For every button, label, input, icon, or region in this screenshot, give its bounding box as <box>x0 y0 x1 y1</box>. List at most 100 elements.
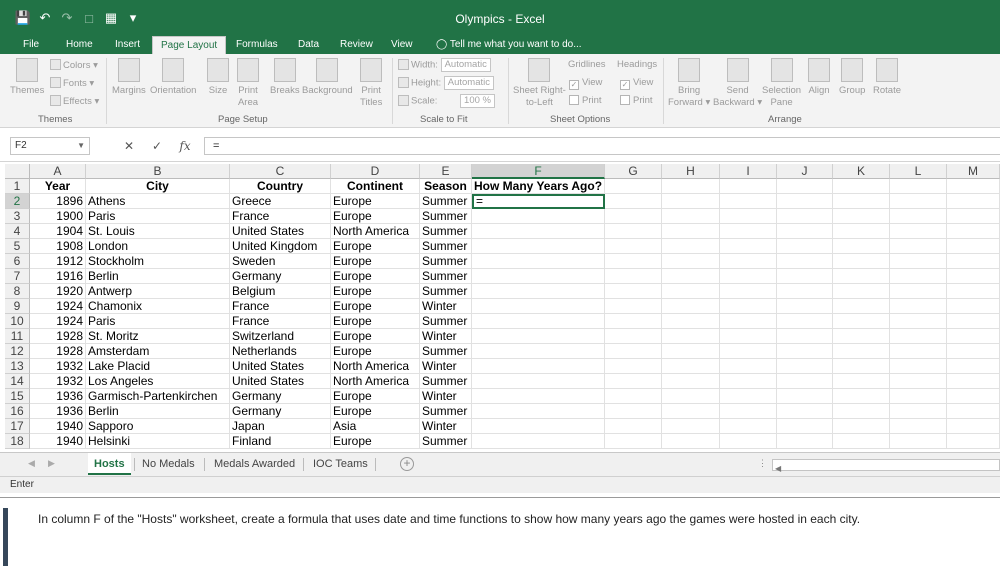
cell[interactable] <box>720 434 777 449</box>
cell[interactable] <box>777 419 833 434</box>
send-backward-button[interactable]: Send Backward ▾ <box>713 58 762 109</box>
cell[interactable]: St. Louis <box>86 224 230 239</box>
cell[interactable] <box>947 374 1000 389</box>
cell[interactable]: 1900 <box>30 209 86 224</box>
cell[interactable] <box>662 329 720 344</box>
height-control[interactable]: Height: Automatic <box>398 76 494 90</box>
cell[interactable]: 1928 <box>30 329 86 344</box>
cell[interactable] <box>947 209 1000 224</box>
cell[interactable] <box>472 404 605 419</box>
cell[interactable]: 1928 <box>30 344 86 359</box>
cell[interactable] <box>890 224 947 239</box>
cell[interactable] <box>890 314 947 329</box>
cell[interactable] <box>947 329 1000 344</box>
cell[interactable]: United Kingdom <box>230 239 331 254</box>
cell[interactable] <box>605 179 662 194</box>
cell[interactable] <box>947 239 1000 254</box>
cell[interactable] <box>833 404 890 419</box>
cell[interactable] <box>890 299 947 314</box>
cell[interactable]: St. Moritz <box>86 329 230 344</box>
cell[interactable] <box>777 404 833 419</box>
cell[interactable] <box>890 179 947 194</box>
cell[interactable] <box>833 434 890 449</box>
gridlines-view-checkbox[interactable]: ✓ View <box>569 77 602 90</box>
cell[interactable]: Germany <box>230 404 331 419</box>
cell[interactable] <box>777 299 833 314</box>
cell[interactable]: Summer <box>420 269 472 284</box>
cell[interactable]: Lake Placid <box>86 359 230 374</box>
cell[interactable]: Summer <box>420 344 472 359</box>
tab-formulas[interactable]: Formulas <box>228 36 286 54</box>
sheet-tab-medals-awarded[interactable]: Medals Awarded <box>208 453 301 475</box>
cell[interactable] <box>472 239 605 254</box>
colors-button[interactable]: Colors ▾ <box>50 59 98 72</box>
row-header[interactable]: 9 <box>5 299 30 314</box>
cell[interactable]: Summer <box>420 224 472 239</box>
cell[interactable]: North America <box>331 374 420 389</box>
sheet-right-to-left-button[interactable]: Sheet Right-to-Left <box>513 58 566 109</box>
cell[interactable]: Berlin <box>86 404 230 419</box>
cell[interactable] <box>890 374 947 389</box>
cell[interactable]: Winter <box>420 329 472 344</box>
effects-button[interactable]: Effects ▾ <box>50 95 99 108</box>
next-sheet-icon[interactable]: ▶ <box>48 458 55 469</box>
cell[interactable]: Europe <box>331 344 420 359</box>
tab-insert[interactable]: Insert <box>107 36 148 54</box>
row-header[interactable]: 15 <box>5 389 30 404</box>
column-header-l[interactable]: L <box>890 164 947 179</box>
cell[interactable]: Helsinki <box>86 434 230 449</box>
cell[interactable] <box>605 374 662 389</box>
row-header[interactable]: 11 <box>5 329 30 344</box>
cell[interactable] <box>947 299 1000 314</box>
cell[interactable] <box>777 194 833 209</box>
column-header-f[interactable]: F <box>472 164 605 179</box>
column-title-cell[interactable]: City <box>86 179 230 194</box>
cell[interactable]: Europe <box>331 329 420 344</box>
width-dropdown[interactable]: Automatic <box>440 58 491 72</box>
cell[interactable]: 1940 <box>30 419 86 434</box>
cell[interactable] <box>720 359 777 374</box>
cell[interactable]: Europe <box>331 209 420 224</box>
cell[interactable] <box>947 179 1000 194</box>
cell[interactable] <box>833 419 890 434</box>
cell[interactable] <box>472 419 605 434</box>
cell[interactable] <box>947 284 1000 299</box>
rotate-button[interactable]: Rotate <box>873 58 901 97</box>
tab-file[interactable]: File <box>15 36 47 54</box>
column-header-k[interactable]: K <box>833 164 890 179</box>
cell[interactable]: Germany <box>230 269 331 284</box>
cell[interactable] <box>605 314 662 329</box>
cell[interactable] <box>662 269 720 284</box>
size-button[interactable]: Size <box>207 58 229 97</box>
width-control[interactable]: Width: Automatic <box>398 58 491 72</box>
group-button[interactable]: Group <box>839 58 865 97</box>
cell[interactable] <box>777 359 833 374</box>
cell[interactable]: Summer <box>420 194 472 209</box>
cell[interactable]: Garmisch-Partenkirchen <box>86 389 230 404</box>
cell[interactable] <box>472 344 605 359</box>
row-header[interactable]: 7 <box>5 269 30 284</box>
cell[interactable]: North America <box>331 224 420 239</box>
add-sheet-icon[interactable]: + <box>400 457 414 471</box>
tab-review[interactable]: Review <box>332 36 381 54</box>
cell[interactable]: Europe <box>331 314 420 329</box>
row-header[interactable]: 12 <box>5 344 30 359</box>
cell[interactable] <box>890 194 947 209</box>
tab-view[interactable]: View <box>383 36 421 54</box>
sheet-tab-no-medals[interactable]: No Medals <box>136 453 201 475</box>
cell[interactable]: Netherlands <box>230 344 331 359</box>
cell[interactable] <box>720 329 777 344</box>
cell[interactable] <box>662 404 720 419</box>
cell[interactable]: Stockholm <box>86 254 230 269</box>
cell[interactable]: North America <box>331 359 420 374</box>
cell[interactable] <box>777 239 833 254</box>
cell[interactable] <box>662 344 720 359</box>
worksheet-grid[interactable]: A B C D E F G H I J K L M 1 Year City Country Continent Se… <box>0 162 1000 452</box>
cell[interactable]: Winter <box>420 389 472 404</box>
cell[interactable]: Summer <box>420 404 472 419</box>
cell[interactable]: Japan <box>230 419 331 434</box>
cell[interactable] <box>605 404 662 419</box>
cell[interactable]: Los Angeles <box>86 374 230 389</box>
cell[interactable]: Europe <box>331 389 420 404</box>
cell[interactable] <box>605 434 662 449</box>
